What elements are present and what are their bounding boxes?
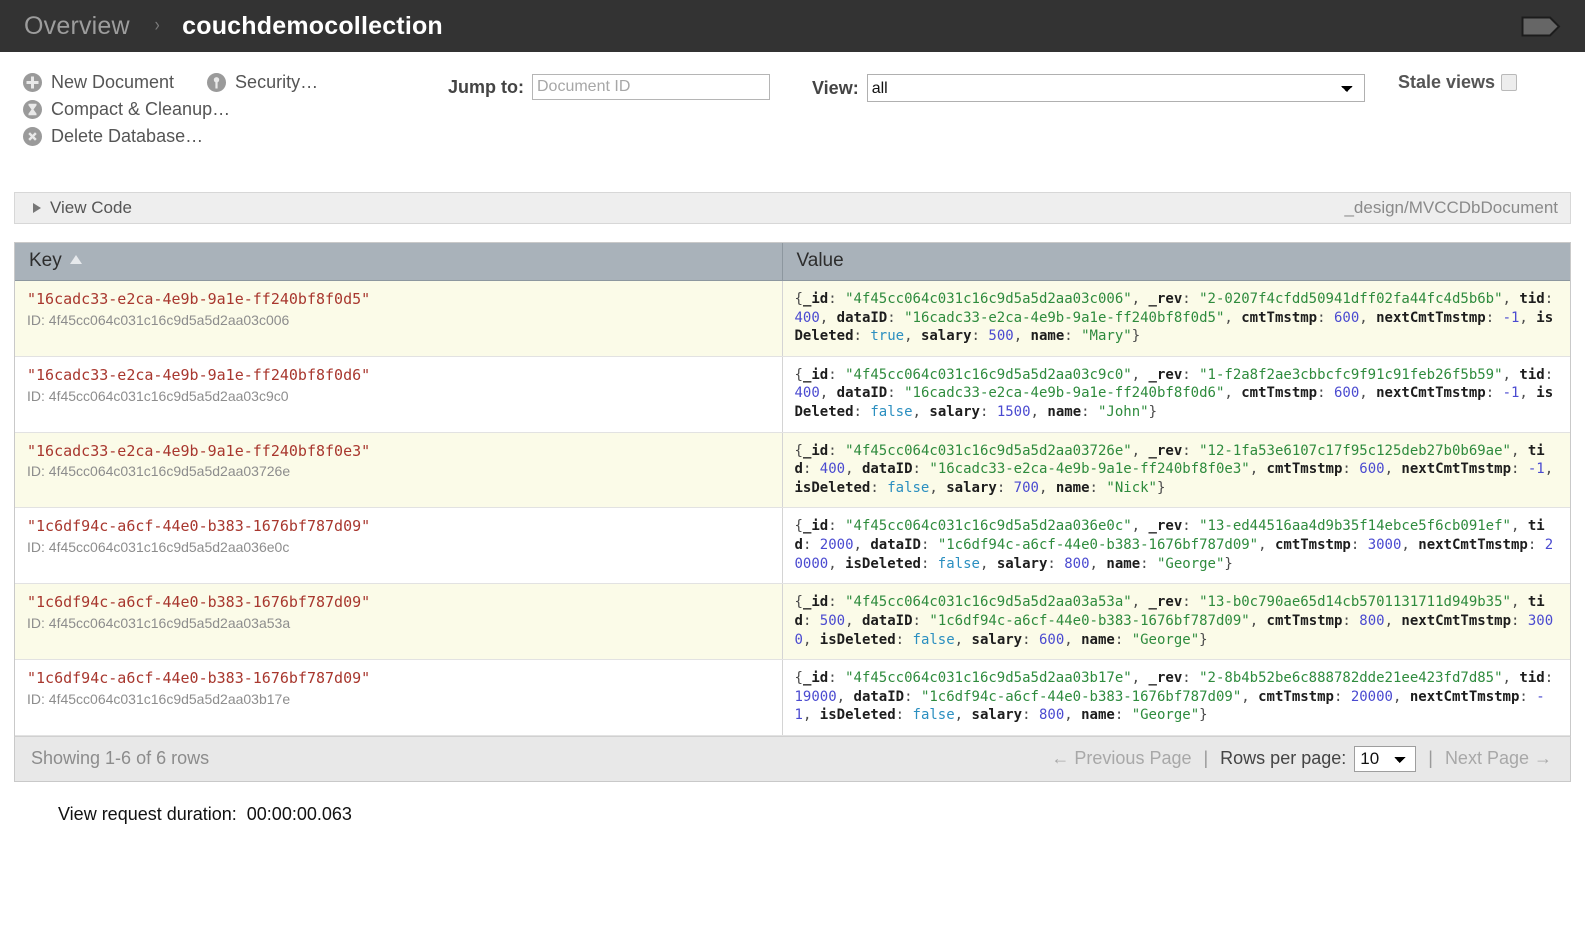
table-row[interactable]: "1c6df94c-a6cf-44e0-b383-1676bf787d09" ID… bbox=[15, 583, 1570, 661]
row-key-text: "16cadc33-e2ca-4e9b-9a1e-ff240bf8f0d5" bbox=[27, 290, 371, 308]
jump-to-input[interactable] bbox=[532, 74, 770, 100]
row-document-id: ID: 4f45cc064c031c16c9d5a5d2aa03a53a bbox=[27, 615, 291, 632]
results-table-container: Key Value "16cadc33-e2ca-4e9b-9a1e-ff240… bbox=[14, 242, 1571, 736]
delete-database-label: Delete Database… bbox=[51, 126, 204, 146]
breadcrumb-overview-link[interactable]: Overview bbox=[24, 12, 130, 41]
row-document-id: ID: 4f45cc064c031c16c9d5a5d2aa03c006 bbox=[27, 311, 290, 328]
results-table-body: "16cadc33-e2ca-4e9b-9a1e-ff240bf8f0d5" ID… bbox=[15, 280, 1570, 736]
rows-per-page-select[interactable]: 10 bbox=[1354, 745, 1417, 772]
row-key-cell[interactable]: "1c6df94c-a6cf-44e0-b383-1676bf787d09" ID… bbox=[15, 659, 783, 736]
key-circle-icon bbox=[206, 72, 227, 93]
table-row[interactable]: "16cadc33-e2ca-4e9b-9a1e-ff240bf8f0d6" ID… bbox=[15, 356, 1570, 433]
stale-views-checkbox[interactable] bbox=[1501, 74, 1518, 91]
tag-icon[interactable] bbox=[1521, 16, 1561, 37]
row-key-text: "1c6df94c-a6cf-44e0-b383-1676bf787d09" bbox=[27, 517, 371, 536]
column-header-key[interactable]: Key bbox=[15, 243, 783, 281]
column-header-value[interactable]: Value bbox=[782, 243, 1570, 281]
row-key-text: "1c6df94c-a6cf-44e0-b383-1676bf787d09" bbox=[27, 669, 371, 688]
column-header-key-label: Key bbox=[29, 250, 62, 271]
next-page-button[interactable]: Next Page → bbox=[1445, 748, 1552, 769]
row-value-cell[interactable]: {_id: "4f45cc064c031c16c9d5a5d2aa03c9c0"… bbox=[782, 356, 1570, 433]
previous-page-button[interactable]: ← Previous Page bbox=[1051, 748, 1191, 769]
new-document-label: New Document bbox=[51, 72, 175, 92]
row-value-json: {_id: "4f45cc064c031c16c9d5a5d2aa03726e"… bbox=[794, 442, 1554, 496]
rows-per-page-label: Rows per page: bbox=[1220, 748, 1347, 769]
stale-views-group: Stale views bbox=[1398, 72, 1518, 93]
row-value-json: {_id: "4f45cc064c031c16c9d5a5d2aa03b17e"… bbox=[794, 670, 1554, 724]
pagination-controls: ← Previous Page | Rows per page: 10 | Ne… bbox=[1051, 745, 1552, 772]
table-row[interactable]: "16cadc33-e2ca-4e9b-9a1e-ff240bf8f0d5" ID… bbox=[15, 280, 1570, 357]
row-document-id: ID: 4f45cc064c031c16c9d5a5d2aa036e0c bbox=[27, 539, 290, 556]
row-value-json: {_id: "4f45cc064c031c16c9d5a5d2aa03c9c0"… bbox=[794, 366, 1554, 421]
plus-circle-icon bbox=[22, 72, 43, 93]
view-select-group: View: all bbox=[812, 74, 1365, 102]
column-header-value-label: Value bbox=[796, 250, 844, 271]
hourglass-circle-icon bbox=[22, 99, 43, 120]
duration-label: View request duration: bbox=[58, 803, 237, 824]
row-key-cell[interactable]: "1c6df94c-a6cf-44e0-b383-1676bf787d09" ID… bbox=[15, 583, 783, 661]
security-label: Security… bbox=[235, 72, 319, 92]
duration-value: 00:00:00.063 bbox=[246, 803, 352, 824]
row-value-cell[interactable]: {_id: "4f45cc064c031c16c9d5a5d2aa03a53a"… bbox=[782, 583, 1570, 661]
table-row[interactable]: "16cadc33-e2ca-4e9b-9a1e-ff240bf8f0e3" ID… bbox=[15, 432, 1570, 509]
sort-ascending-icon bbox=[69, 255, 82, 264]
new-document-button[interactable]: New Document bbox=[22, 72, 174, 93]
row-key-cell[interactable]: "16cadc33-e2ca-4e9b-9a1e-ff240bf8f0d6" ID… bbox=[15, 356, 783, 433]
row-value-cell[interactable]: {_id: "4f45cc064c031c16c9d5a5d2aa03726e"… bbox=[782, 432, 1570, 509]
pager-separator-2: | bbox=[1428, 748, 1433, 769]
stale-views-label: Stale views bbox=[1398, 72, 1496, 92]
row-document-id: ID: 4f45cc064c031c16c9d5a5d2aa03c9c0 bbox=[27, 387, 289, 404]
row-value-cell[interactable]: {_id: "4f45cc064c031c16c9d5a5d2aa03c006"… bbox=[782, 280, 1570, 357]
row-document-id: ID: 4f45cc064c031c16c9d5a5d2aa03726e bbox=[27, 463, 291, 480]
pager-separator-1: | bbox=[1203, 748, 1209, 769]
design-document-name: _design/MVCCDbDocument bbox=[1344, 198, 1558, 217]
top-breadcrumb-bar: Overview › couchdemocollection bbox=[0, 0, 1585, 52]
row-key-text: "16cadc33-e2ca-4e9b-9a1e-ff240bf8f0d6" bbox=[27, 365, 371, 384]
jump-to-label: Jump to: bbox=[448, 76, 524, 97]
row-key-cell[interactable]: "16cadc33-e2ca-4e9b-9a1e-ff240bf8f0e3" ID… bbox=[15, 432, 783, 509]
row-value-json: {_id: "4f45cc064c031c16c9d5a5d2aa036e0c"… bbox=[794, 518, 1554, 572]
showing-rows-status: Showing 1-6 of 6 rows bbox=[31, 748, 210, 769]
compact-cleanup-button[interactable]: Compact & Cleanup… bbox=[22, 99, 442, 120]
database-toolbar: New Document Security… Compact & Cleanup… bbox=[0, 52, 1585, 188]
x-circle-icon bbox=[22, 126, 43, 147]
compact-cleanup-label: Compact & Cleanup… bbox=[51, 99, 231, 119]
row-document-id: ID: 4f45cc064c031c16c9d5a5d2aa03b17e bbox=[27, 690, 291, 707]
breadcrumb-current-database: couchdemocollection bbox=[182, 11, 443, 40]
row-key-text: "1c6df94c-a6cf-44e0-b383-1676bf787d09" bbox=[27, 593, 371, 612]
security-button[interactable]: Security… bbox=[206, 72, 318, 93]
delete-database-button[interactable]: Delete Database… bbox=[22, 126, 442, 147]
row-value-cell[interactable]: {_id: "4f45cc064c031c16c9d5a5d2aa03b17e"… bbox=[782, 659, 1570, 736]
jump-to-group: Jump to: bbox=[448, 74, 770, 100]
view-request-duration: View request duration: 00:00:00.063 bbox=[58, 804, 1585, 825]
breadcrumb: Overview › couchdemocollection bbox=[24, 12, 1521, 41]
row-value-json: {_id: "4f45cc064c031c16c9d5a5d2aa03c006"… bbox=[794, 291, 1554, 345]
row-key-cell[interactable]: "16cadc33-e2ca-4e9b-9a1e-ff240bf8f0d5" ID… bbox=[15, 280, 783, 357]
view-select[interactable]: all bbox=[866, 74, 1365, 102]
disclosure-triangle-icon bbox=[33, 203, 41, 213]
view-code-toggle[interactable]: View Code bbox=[33, 198, 132, 218]
view-code-label: View Code bbox=[50, 198, 132, 217]
row-key-text: "16cadc33-e2ca-4e9b-9a1e-ff240bf8f0e3" bbox=[27, 441, 371, 460]
table-row[interactable]: "1c6df94c-a6cf-44e0-b383-1676bf787d09" ID… bbox=[15, 659, 1570, 736]
row-value-cell[interactable]: {_id: "4f45cc064c031c16c9d5a5d2aa036e0c"… bbox=[782, 507, 1570, 585]
results-table: Key Value "16cadc33-e2ca-4e9b-9a1e-ff240… bbox=[15, 243, 1570, 736]
row-key-cell[interactable]: "1c6df94c-a6cf-44e0-b383-1676bf787d09" ID… bbox=[15, 507, 783, 585]
table-header-row: Key Value bbox=[15, 243, 1570, 281]
table-row[interactable]: "1c6df94c-a6cf-44e0-b383-1676bf787d09" ID… bbox=[15, 507, 1570, 585]
view-code-bar[interactable]: View Code _design/MVCCDbDocument bbox=[14, 192, 1571, 224]
pagination-bar: Showing 1-6 of 6 rows ← Previous Page | … bbox=[14, 735, 1571, 782]
row-value-json: {_id: "4f45cc064c031c16c9d5a5d2aa03a53a"… bbox=[794, 594, 1554, 648]
database-actions: New Document Security… Compact & Cleanup… bbox=[22, 72, 442, 153]
database-actions-first-row: New Document Security… bbox=[22, 72, 442, 99]
breadcrumb-separator-icon: › bbox=[154, 15, 160, 36]
view-label: View: bbox=[812, 77, 859, 98]
